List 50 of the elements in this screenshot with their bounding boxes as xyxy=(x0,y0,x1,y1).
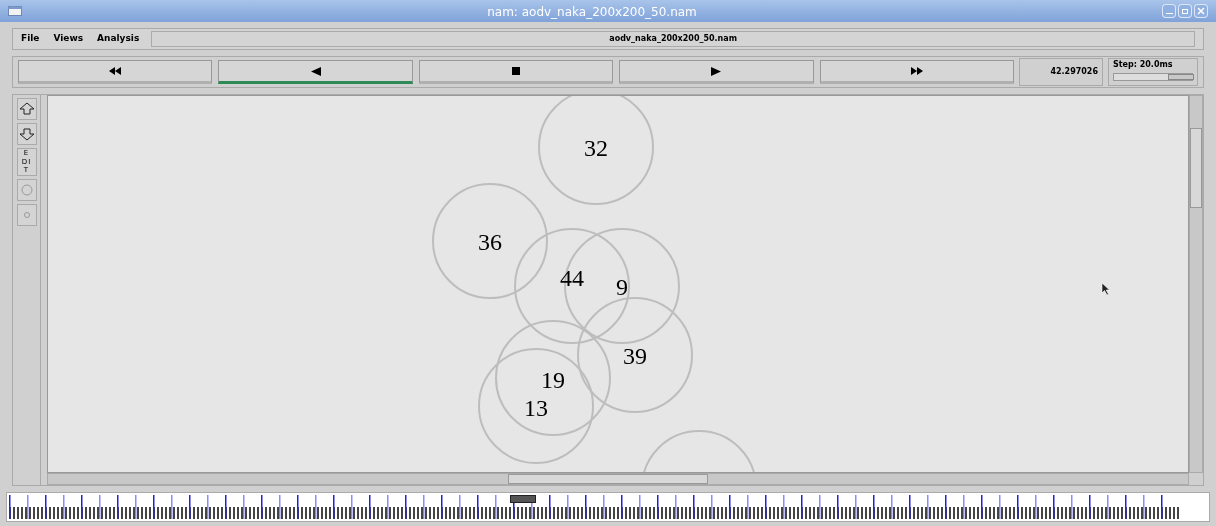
node-label: 39 xyxy=(623,343,647,369)
up-arrow-icon xyxy=(18,102,35,116)
step-label: Step: 20.0ms xyxy=(1113,59,1174,71)
zoom-in-button[interactable] xyxy=(16,98,37,120)
node-circle[interactable] xyxy=(514,228,630,344)
node-label: 44 xyxy=(560,265,584,291)
small-circle-tool-button[interactable] xyxy=(16,204,37,226)
back-icon xyxy=(310,66,321,76)
maximize-button[interactable] xyxy=(1178,4,1192,18)
circle-icon xyxy=(23,212,30,218)
node-label: 36 xyxy=(478,229,502,255)
fast-forward-icon xyxy=(910,66,923,76)
step-slider[interactable] xyxy=(1113,73,1193,81)
node-circle[interactable] xyxy=(577,297,693,413)
minimize-button[interactable] xyxy=(1162,4,1176,18)
close-button[interactable] xyxy=(1194,4,1208,18)
cursor-icon xyxy=(1101,282,1111,296)
node-circle[interactable] xyxy=(478,348,594,464)
time-value: 42.297026 xyxy=(1050,66,1098,78)
node-circle[interactable] xyxy=(432,183,548,299)
rewind-icon xyxy=(109,66,122,76)
down-arrow-icon xyxy=(18,127,35,141)
node-label: 9 xyxy=(616,274,628,300)
stop-icon xyxy=(512,66,520,76)
scroll-thumb[interactable] xyxy=(508,474,708,484)
slider-thumb[interactable] xyxy=(1168,74,1194,80)
playback-button[interactable] xyxy=(619,60,814,84)
node-label: 32 xyxy=(584,135,608,161)
menu-item[interactable]: File xyxy=(21,32,40,46)
scroll-thumb[interactable] xyxy=(1190,128,1202,208)
vertical-scrollbar[interactable] xyxy=(1189,95,1203,473)
node-label: 13 xyxy=(524,395,548,421)
node-circle[interactable] xyxy=(495,320,611,436)
playback-button[interactable] xyxy=(18,60,213,84)
file-name: aodv_naka_200x200_50.nam xyxy=(609,33,738,45)
playback-button[interactable] xyxy=(819,60,1015,84)
network-canvas[interactable]: 32 36 44 9 39 19 13 xyxy=(47,95,1189,473)
circle-tool-button[interactable] xyxy=(16,179,37,201)
time-marker[interactable] xyxy=(510,495,536,503)
circle-icon xyxy=(20,184,33,196)
window-title: nam: aodv_naka_200x200_50.nam xyxy=(487,5,697,19)
play-icon xyxy=(711,66,722,76)
menu-item[interactable]: Views xyxy=(53,32,84,46)
node-label: 19 xyxy=(541,367,565,393)
horizontal-scrollbar[interactable] xyxy=(47,473,1189,485)
playback-button[interactable] xyxy=(418,60,614,84)
menu-item[interactable]: Analysis xyxy=(97,32,140,46)
playback-button[interactable] xyxy=(218,60,413,84)
window-icon[interactable] xyxy=(8,6,22,16)
zoom-out-button[interactable] xyxy=(16,123,37,145)
